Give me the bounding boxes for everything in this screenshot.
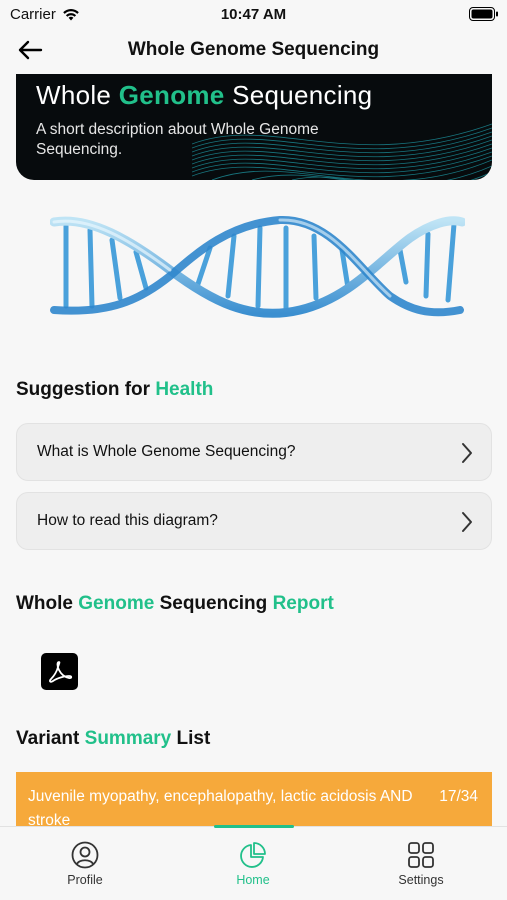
tab-home[interactable]: Home [208,841,298,887]
faq-item-label: What is Whole Genome Sequencing? [37,443,296,460]
hero-description: A short description about Whole Genome S… [36,121,319,158]
tab-profile[interactable]: Profile [40,841,130,887]
battery-icon [469,7,498,21]
dna-helix-image [50,215,465,318]
active-tab-indicator [214,825,294,828]
tab-settings[interactable]: Settings [376,841,466,887]
carrier-label: Carrier [10,5,56,23]
page-title: Whole Genome Sequencing [127,39,380,60]
chevron-right-icon [462,443,472,463]
suggestion-section-title: Suggestion for Health [16,379,214,400]
tab-label: Settings [398,873,444,887]
variant-summary-section-title: Variant Summary List [16,728,211,749]
navigation-bar: Whole Genome Sequencing [0,32,507,68]
pdf-report-button[interactable] [41,653,78,690]
faq-item-how-to-read[interactable]: How to read this diagram? [16,492,492,550]
pie-chart-icon [240,842,266,868]
variant-list-item[interactable]: Juvenile myopathy, encephalopathy, lacti… [16,772,492,826]
chevron-right-icon [462,512,472,532]
hero-title: Whole Genome Sequencing [36,80,373,110]
faq-item-what-is-wgs[interactable]: What is Whole Genome Sequencing? [16,423,492,481]
pdf-file-icon [48,660,72,683]
arrow-left-icon [18,40,43,60]
report-section-title: Whole Genome Sequencing Report [16,593,334,614]
hero-banner: Whole Genome Sequencing A short descript… [16,74,492,180]
grid-icon [408,842,434,868]
scroll-content[interactable]: Whole Genome Sequencing A short descript… [0,74,507,826]
carrier-info: Carrier [10,6,80,23]
back-button[interactable] [14,36,46,64]
variant-count: 17/34 [439,788,478,805]
variant-name: Juvenile myopathy, encephalopathy, lacti… [28,788,413,826]
bottom-tab-bar: Profile Home Settings [0,825,507,900]
person-circle-icon [71,841,99,869]
tab-label: Profile [67,873,103,887]
faq-item-label: How to read this diagram? [37,512,218,529]
wifi-icon [63,8,79,20]
tab-label: Home [236,873,270,887]
status-bar: Carrier 10:47 AM [0,0,507,28]
